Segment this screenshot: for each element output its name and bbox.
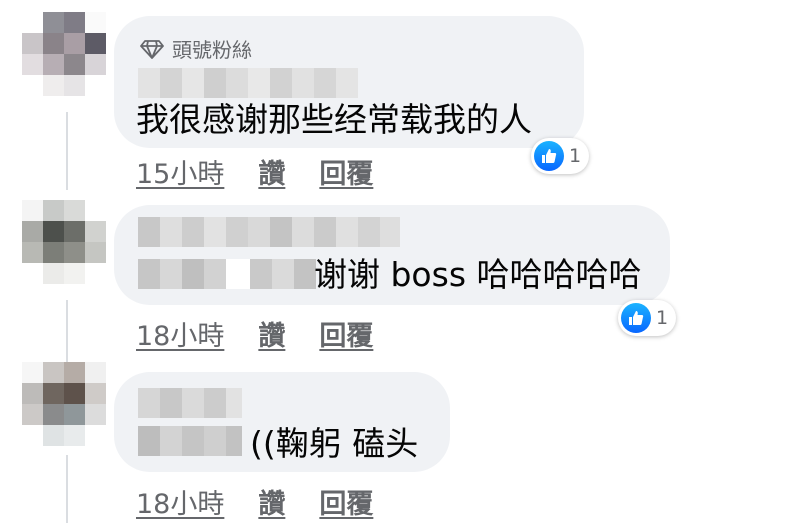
author-name[interactable] <box>138 388 242 418</box>
comment-actions: 18小時 讚 回覆 <box>136 314 373 353</box>
thumbs-up-icon <box>621 303 651 333</box>
avatar[interactable] <box>22 12 106 96</box>
reply-button[interactable]: 回覆 <box>319 314 373 353</box>
avatar[interactable] <box>22 200 106 284</box>
author-name[interactable] <box>138 217 400 247</box>
reaction-number: 1 <box>569 145 582 167</box>
comment-timestamp[interactable]: 18小時 <box>136 482 224 521</box>
comment-timestamp[interactable]: 18小時 <box>136 314 224 353</box>
comment-text: 我很感谢那些经常载我的人 <box>136 100 532 139</box>
reaction-count[interactable]: 1 <box>618 300 677 336</box>
diamond-icon <box>140 39 164 59</box>
thread-line <box>66 455 68 523</box>
comment-bubble: 頭號粉絲 我很感谢那些经常载我的人 <box>114 16 584 148</box>
like-button[interactable]: 讚 <box>258 152 285 191</box>
badge-label: 頭號粉絲 <box>172 38 252 62</box>
thumbs-up-icon <box>534 141 564 171</box>
comment-bubble: 谢谢 boss 哈哈哈哈哈 <box>114 205 670 305</box>
reaction-number: 1 <box>656 307 669 329</box>
reply-button[interactable]: 回覆 <box>319 152 373 191</box>
like-button[interactable]: 讚 <box>258 482 285 521</box>
reply-button[interactable]: 回覆 <box>319 482 373 521</box>
comment-text: 谢谢 boss 哈哈哈哈哈 <box>314 255 642 294</box>
top-fan-badge: 頭號粉絲 <box>140 34 252 63</box>
comment-timestamp[interactable]: 15小時 <box>136 152 224 191</box>
comment-bubble: ((鞠躬 磕头 <box>114 372 450 472</box>
comment-actions: 18小時 讚 回覆 <box>136 482 373 521</box>
reaction-count[interactable]: 1 <box>531 138 590 174</box>
comment-actions: 15小時 讚 回覆 <box>136 152 373 191</box>
thread-line <box>66 300 68 362</box>
author-name-continued <box>138 426 242 456</box>
like-button[interactable]: 讚 <box>258 314 285 353</box>
thread-line <box>66 112 68 190</box>
avatar[interactable] <box>22 362 106 446</box>
comment-text: ((鞠躬 磕头 <box>250 424 419 463</box>
author-name-continued <box>138 259 316 289</box>
author-name[interactable] <box>138 68 358 98</box>
